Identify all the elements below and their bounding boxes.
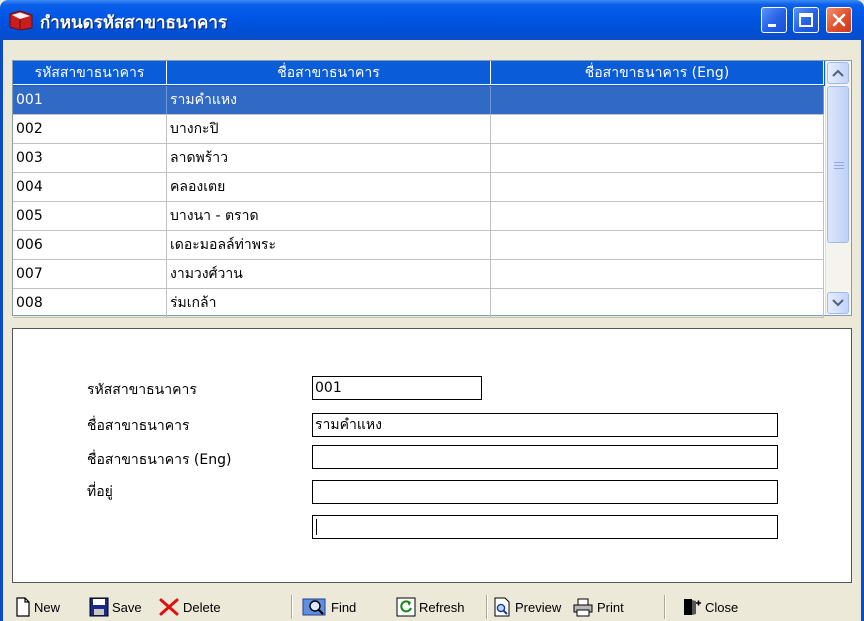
refresh-label: Refresh bbox=[419, 599, 465, 615]
window-frame-left bbox=[0, 40, 3, 621]
save-button[interactable]: Save bbox=[89, 595, 142, 619]
cell-name: ร่มเกล้า bbox=[167, 289, 491, 317]
cell-name: บางกะปิ bbox=[167, 115, 491, 143]
chevron-up-icon bbox=[832, 69, 844, 77]
find-label: Find bbox=[331, 599, 357, 615]
cell-name: บางนา - ตราด bbox=[167, 202, 491, 230]
cell-name-eng bbox=[491, 86, 824, 114]
table-row[interactable]: 002 บางกะปิ bbox=[13, 115, 824, 144]
table-row[interactable]: 007 งามวงศ์วาน bbox=[13, 260, 824, 289]
grip-line bbox=[834, 168, 844, 169]
delete-button[interactable]: Delete bbox=[158, 595, 221, 619]
address-line2-field[interactable] bbox=[312, 515, 778, 539]
cell-name: คลองเตย bbox=[167, 173, 491, 201]
title-bar[interactable]: กำหนดรหัสสาขาธนาคาร bbox=[0, 0, 864, 40]
toolbar-separator bbox=[291, 595, 293, 619]
cell-code: 002 bbox=[13, 115, 167, 143]
scroll-up-button[interactable] bbox=[827, 62, 849, 84]
grip-line bbox=[834, 165, 844, 166]
name-label: ชื่อสาขาธนาคาร bbox=[87, 418, 190, 434]
toolbar: New Save Delete Find Refresh Preview Pri… bbox=[12, 591, 852, 621]
toolbar-separator bbox=[486, 595, 488, 619]
delete-x-icon bbox=[159, 598, 179, 616]
cell-name: งามวงศ์วาน bbox=[167, 260, 491, 288]
cell-code: 006 bbox=[13, 231, 167, 259]
grid-header: รหัสสาขาธนาคาร ชื่อสาขาธนาคาร ชื่อสาขาธน… bbox=[13, 61, 827, 86]
toolbar-separator bbox=[664, 595, 666, 619]
table-row[interactable]: 008 ร่มเกล้า bbox=[13, 289, 824, 318]
name-eng-label: ชื่อสาขาธนาคาร (Eng) bbox=[87, 452, 232, 468]
cell-name: รามคำแหง bbox=[167, 86, 491, 114]
delete-label: Delete bbox=[183, 599, 221, 615]
new-document-icon bbox=[16, 597, 30, 617]
exit-door-icon bbox=[684, 599, 701, 615]
table-row[interactable]: 005 บางนา - ตราด bbox=[13, 202, 824, 231]
scroll-down-button[interactable] bbox=[827, 292, 849, 314]
code-field[interactable]: 001 bbox=[312, 376, 482, 400]
cell-name-eng bbox=[491, 202, 824, 230]
text-caret bbox=[316, 519, 317, 535]
floppy-disk-icon bbox=[89, 597, 109, 617]
refresh-icon bbox=[396, 597, 416, 617]
new-button[interactable]: New bbox=[15, 595, 60, 619]
print-label: Print bbox=[597, 599, 624, 615]
code-label: รหัสสาขาธนาคาร bbox=[87, 382, 197, 398]
preview-button[interactable]: Preview bbox=[492, 595, 561, 619]
save-label: Save bbox=[112, 599, 142, 615]
address-label: ที่อยู่ bbox=[87, 484, 113, 500]
new-label: New bbox=[34, 599, 61, 615]
cell-name-eng bbox=[491, 115, 824, 143]
maximize-button[interactable] bbox=[793, 7, 819, 33]
grid-vertical-scrollbar[interactable] bbox=[825, 61, 851, 315]
cell-name: ลาดพร้าว bbox=[167, 144, 491, 172]
cell-code: 005 bbox=[13, 202, 167, 230]
cell-code: 008 bbox=[13, 289, 167, 317]
table-row[interactable]: 001 รามคำแหง bbox=[13, 86, 824, 115]
grid-rows: 001 รามคำแหง 002 บางกะปิ 003 ลาดพร้าว 00… bbox=[13, 86, 824, 318]
cell-code: 001 bbox=[13, 86, 167, 114]
cell-name-eng bbox=[491, 289, 824, 317]
branch-grid: รหัสสาขาธนาคาร ชื่อสาขาธนาคาร ชื่อสาขาธน… bbox=[12, 60, 852, 318]
name-field[interactable]: รามคำแหง bbox=[312, 413, 778, 437]
refresh-button[interactable]: Refresh bbox=[396, 595, 465, 619]
name-eng-field[interactable] bbox=[312, 445, 778, 469]
preview-label: Preview bbox=[515, 599, 562, 615]
cell-code: 007 bbox=[13, 260, 167, 288]
table-row[interactable]: 003 ลาดพร้าว bbox=[13, 144, 824, 173]
close-button[interactable]: Close bbox=[682, 595, 738, 619]
find-button[interactable]: Find bbox=[302, 595, 356, 619]
address-line1-field[interactable] bbox=[312, 480, 778, 504]
cell-name-eng bbox=[491, 231, 824, 259]
table-row[interactable]: 006 เดอะมอลล์ท่าพระ bbox=[13, 231, 824, 260]
bank-branch-window: กำหนดรหัสสาขาธนาคาร รหัสสาขาธนาคาร ชื่อส… bbox=[0, 0, 864, 621]
book-icon bbox=[8, 9, 34, 31]
close-window-button[interactable] bbox=[826, 7, 852, 33]
scroll-thumb[interactable] bbox=[827, 86, 849, 243]
cell-code: 004 bbox=[13, 173, 167, 201]
cell-name: เดอะมอลล์ท่าพระ bbox=[167, 231, 491, 259]
column-header-name[interactable]: ชื่อสาขาธนาคาร bbox=[167, 61, 491, 85]
window-title: กำหนดรหัสสาขาธนาคาร bbox=[40, 13, 228, 32]
chevron-down-icon bbox=[832, 299, 844, 307]
cell-name-eng bbox=[491, 260, 824, 288]
detail-panel: รหัสสาขาธนาคาร 001 ชื่อสาขาธนาคาร รามคำแ… bbox=[12, 328, 852, 583]
cell-name-eng bbox=[491, 144, 824, 172]
minimize-button[interactable] bbox=[761, 7, 787, 33]
table-row[interactable]: 004 คลองเตย bbox=[13, 173, 824, 202]
print-preview-icon bbox=[494, 597, 510, 617]
find-magnifier-icon bbox=[302, 598, 326, 616]
print-button[interactable]: Print bbox=[572, 595, 624, 619]
printer-icon bbox=[573, 598, 593, 617]
column-header-code[interactable]: รหัสสาขาธนาคาร bbox=[13, 61, 167, 85]
cell-code: 003 bbox=[13, 144, 167, 172]
cell-name-eng bbox=[491, 173, 824, 201]
column-header-name-eng[interactable]: ชื่อสาขาธนาคาร (Eng) bbox=[491, 61, 824, 85]
close-label: Close bbox=[705, 599, 739, 615]
grip-line bbox=[834, 162, 844, 163]
